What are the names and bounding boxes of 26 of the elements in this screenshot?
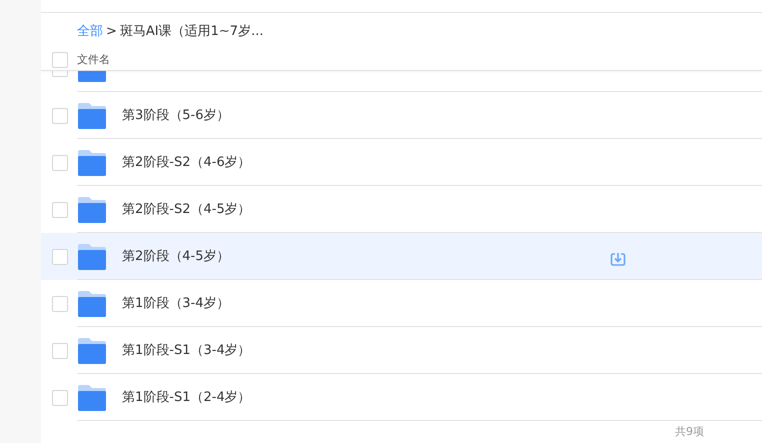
folder-icon — [78, 384, 106, 410]
file-name[interactable]: 第2阶段-S2（4-5岁） — [122, 200, 251, 220]
folder-icon — [78, 102, 106, 128]
folder-icon — [78, 338, 106, 364]
checkbox[interactable] — [52, 342, 68, 358]
checkbox[interactable] — [52, 108, 68, 124]
file-name[interactable]: 第1阶段-S1（2-4岁） — [122, 388, 251, 408]
checkbox[interactable] — [52, 202, 68, 218]
file-name[interactable]: 第3阶段（5-6岁） — [122, 106, 230, 126]
column-header[interactable]: 文件名 — [77, 52, 110, 68]
checkbox[interactable] — [52, 154, 68, 170]
breadcrumb-separator: > — [106, 22, 117, 41]
breadcrumb-current: 斑马AI课（适用1~7岁... — [120, 22, 264, 41]
folder-icon — [78, 244, 106, 270]
checkbox[interactable] — [52, 296, 68, 312]
file-name[interactable]: 第1阶段（3-4岁） — [122, 294, 230, 314]
folder-icon — [78, 150, 106, 176]
file-name[interactable]: 第2阶段-S2（4-6岁） — [122, 152, 251, 172]
checkbox[interactable] — [52, 390, 68, 406]
folder-icon — [78, 196, 106, 222]
folder-icon — [78, 290, 106, 316]
item-count: 共9项 — [675, 424, 704, 440]
file-name[interactable]: 第2阶段（4-5岁） — [122, 246, 230, 266]
file-name[interactable]: 第1阶段-S1（3-4岁） — [122, 340, 251, 360]
checkbox[interactable] — [52, 248, 68, 264]
checkbox[interactable] — [52, 52, 68, 68]
